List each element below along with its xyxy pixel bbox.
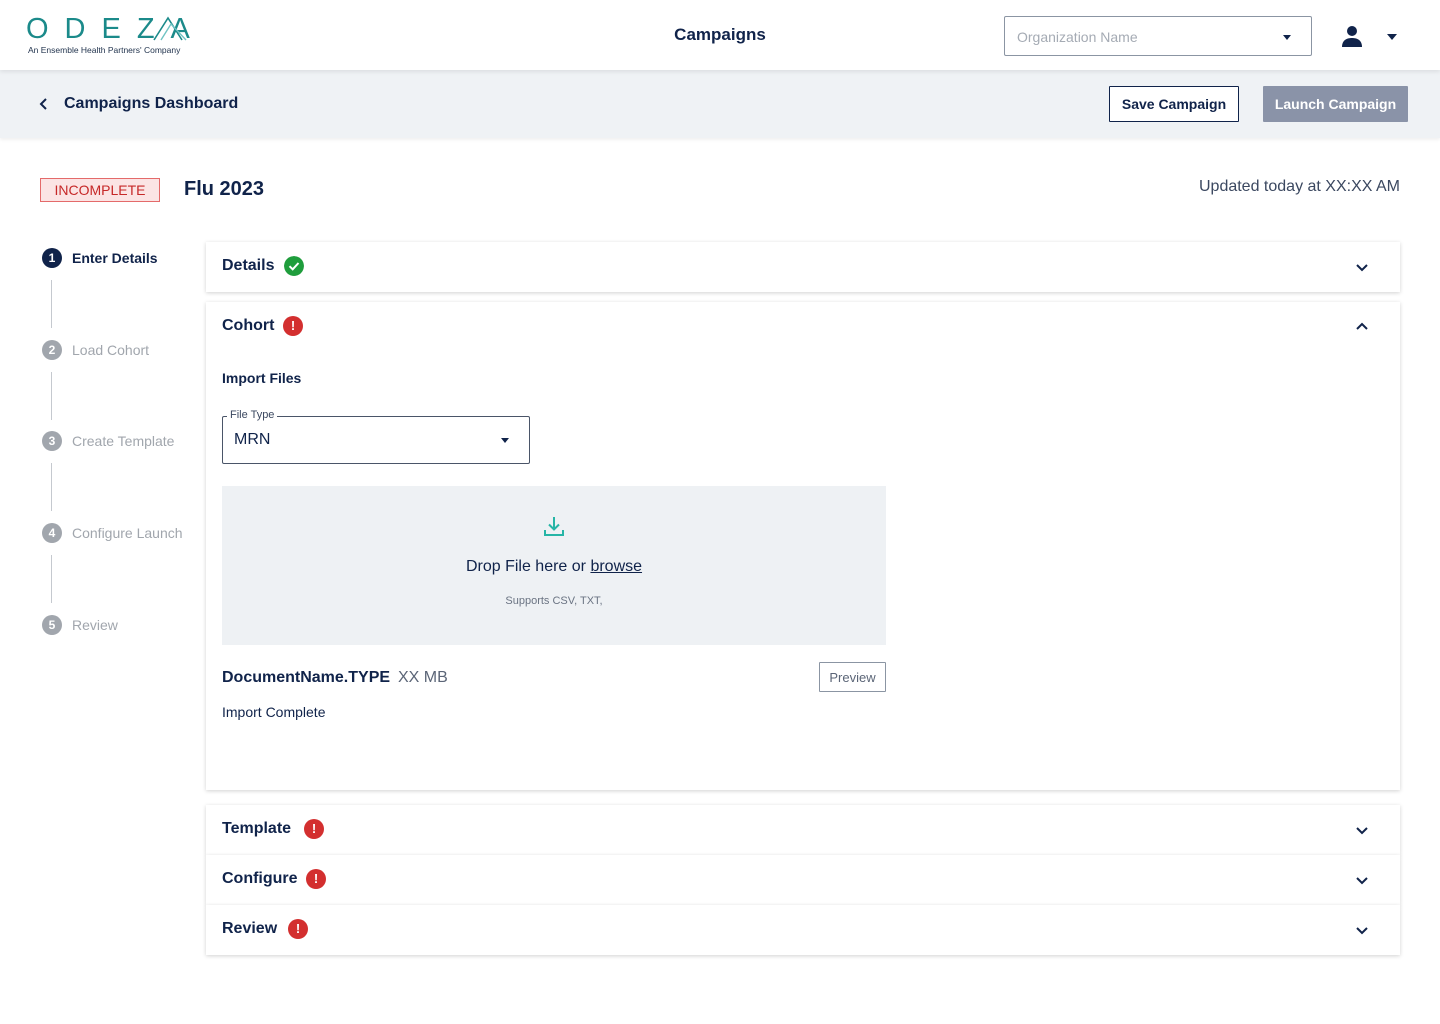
error-alert-icon: !	[304, 819, 324, 839]
status-badge: INCOMPLETE	[40, 178, 160, 202]
sub-header: Campaigns Dashboard Save Campaign Launch…	[0, 70, 1440, 138]
chevron-down-icon	[1356, 827, 1368, 835]
import-files-label: Import Files	[222, 370, 302, 386]
download-icon	[544, 517, 564, 536]
step-number: 5	[42, 615, 62, 635]
logo-mountain-icon	[153, 16, 187, 41]
caret-down-icon	[501, 438, 509, 443]
step-label: Enter Details	[72, 250, 158, 266]
user-menu[interactable]	[1340, 20, 1404, 54]
cohort-panel-header[interactable]: Cohort !	[206, 302, 1400, 352]
chevron-down-icon	[1356, 264, 1368, 272]
file-type-select[interactable]: File Type MRN	[222, 409, 530, 464]
step-connector	[51, 463, 52, 511]
chevron-left-icon	[39, 98, 47, 110]
save-campaign-button[interactable]: Save Campaign	[1109, 86, 1239, 122]
panel-title: Review	[222, 920, 278, 937]
logo-tagline: An Ensemble Health Partners' Company	[28, 45, 181, 55]
step-load-cohort[interactable]: 2 Load Cohort	[42, 340, 149, 360]
organization-select-placeholder: Organization Name	[1017, 29, 1138, 45]
review-panel-header[interactable]: Review !	[206, 905, 1400, 955]
step-connector	[51, 372, 52, 420]
step-label: Review	[72, 617, 118, 633]
step-label: Create Template	[72, 433, 175, 449]
error-alert-icon: !	[283, 316, 303, 336]
step-number: 3	[42, 431, 62, 451]
step-label: Load Cohort	[72, 342, 150, 358]
file-type-legend: File Type	[227, 409, 278, 421]
step-review[interactable]: 5 Review	[42, 615, 118, 635]
chevron-up-icon	[1356, 322, 1368, 330]
panel-title: Cohort	[222, 317, 275, 334]
dropzone-instruction: Drop File here or	[465, 558, 591, 575]
details-panel-header[interactable]: Details	[206, 242, 1400, 292]
launch-campaign-button[interactable]: Launch Campaign	[1263, 86, 1408, 122]
last-updated-text: Updated today at XX:XX AM	[1198, 178, 1400, 195]
panel-title: Details	[222, 257, 275, 274]
step-number: 4	[42, 523, 62, 543]
panel-title: Template	[222, 820, 292, 837]
uploaded-file-size: XX MB	[398, 669, 448, 686]
back-link-label: Campaigns Dashboard	[64, 95, 239, 112]
caret-down-icon	[1387, 34, 1397, 40]
template-panel-header[interactable]: Template !	[206, 805, 1400, 855]
supported-formats-text: Supports CSV, TXT,	[505, 595, 603, 607]
review-panel: Review !	[206, 905, 1400, 955]
panel-title: Configure	[222, 870, 298, 887]
cohort-panel: Cohort ! Import Files File Type MRN Drop…	[206, 302, 1400, 790]
chevron-down-icon	[1356, 927, 1368, 935]
error-alert-icon: !	[306, 869, 326, 889]
file-dropzone[interactable]: Drop File here or browse Supports CSV, T…	[222, 486, 886, 645]
success-check-icon	[284, 256, 304, 276]
caret-down-icon	[1283, 35, 1291, 40]
campaign-name: Flu 2023	[184, 178, 265, 200]
configure-panel-header[interactable]: Configure !	[206, 855, 1400, 905]
top-header: ODEZA An Ensemble Health Partners' Compa…	[0, 0, 1440, 70]
preview-button[interactable]: Preview	[819, 662, 886, 692]
user-icon	[1342, 26, 1362, 47]
dropzone-text: Drop File here or browse	[222, 558, 886, 576]
import-status-text: Import Complete	[222, 704, 326, 720]
error-alert-icon: !	[288, 919, 308, 939]
step-connector	[51, 555, 52, 603]
uploaded-file-name: DocumentName.TYPE	[222, 669, 391, 686]
step-connector	[51, 280, 52, 328]
back-to-dashboard-link[interactable]: Campaigns Dashboard	[36, 94, 238, 114]
step-enter-details[interactable]: 1 Enter Details	[42, 248, 158, 268]
step-configure-launch[interactable]: 4 Configure Launch	[42, 523, 183, 543]
file-type-value: MRN	[234, 431, 271, 448]
step-number: 1	[42, 248, 62, 268]
details-panel: Details	[206, 242, 1400, 292]
template-panel: Template !	[206, 805, 1400, 855]
step-create-template[interactable]: 3 Create Template	[42, 431, 174, 451]
chevron-down-icon	[1356, 877, 1368, 885]
organization-select[interactable]: Organization Name	[1004, 16, 1312, 56]
configure-panel: Configure !	[206, 855, 1400, 905]
step-label: Configure Launch	[72, 525, 183, 541]
odeza-logo[interactable]: ODEZA An Ensemble Health Partners' Compa…	[26, 14, 196, 58]
browse-link[interactable]: browse	[590, 558, 642, 575]
step-number: 2	[42, 340, 62, 360]
